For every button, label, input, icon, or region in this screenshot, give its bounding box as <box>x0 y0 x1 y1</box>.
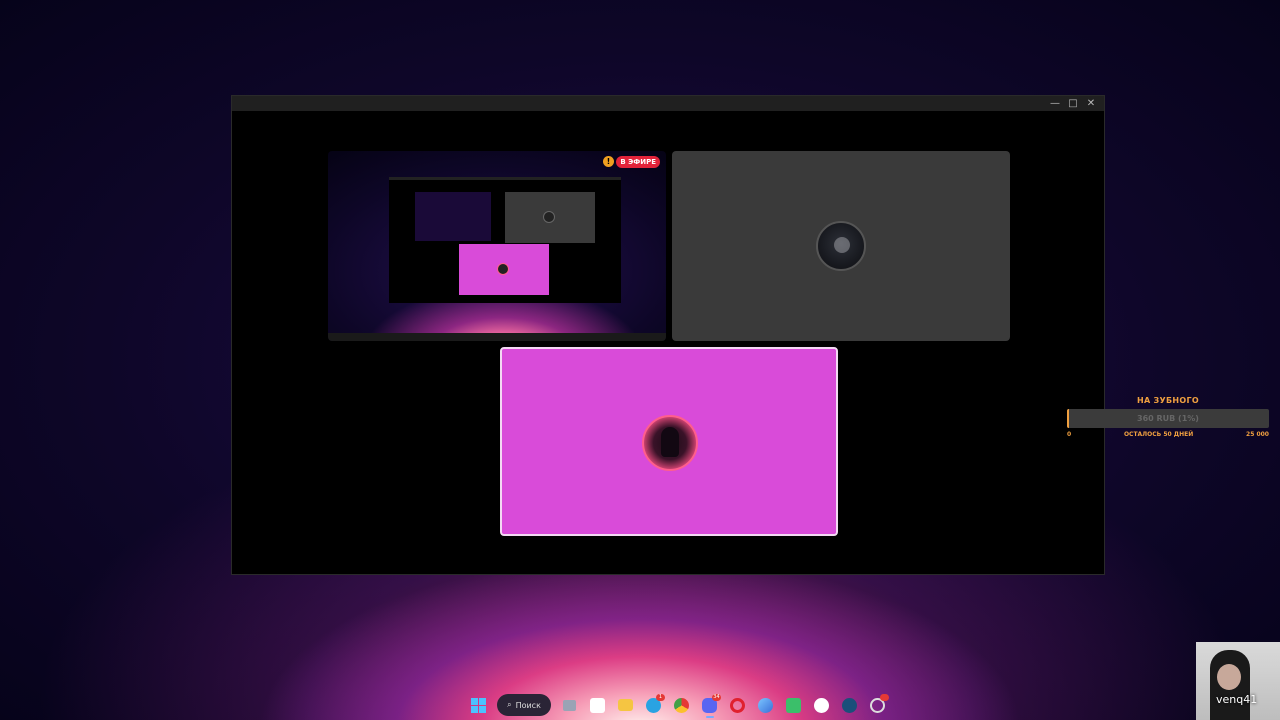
window-controls: — □ ✕ <box>1046 96 1100 111</box>
goal-amount: 360 RUB (1%) <box>1137 414 1199 423</box>
preview-taskbar <box>328 333 666 341</box>
webcam-overlay: venq41 <box>1196 642 1280 720</box>
goal-title: НА ЗУБНОГО <box>1136 396 1199 405</box>
task-view-icon[interactable] <box>557 692 583 718</box>
goal-labels: 0 ОСТАЛОСЬ 50 ДНЕЙ 25 000 <box>1067 431 1269 438</box>
discord-icon[interactable]: 34 <box>697 692 723 718</box>
minimize-button[interactable]: — <box>1046 96 1064 111</box>
warning-icon[interactable]: ! <box>603 156 614 167</box>
opera-icon[interactable] <box>725 692 751 718</box>
user-avatar <box>816 221 866 271</box>
taskbar: ⌕ Поиск 1 34 <box>0 690 1196 720</box>
video-call-window: — □ ✕ ! В ЭФИРЕ <box>231 95 1105 575</box>
search-label: Поиск <box>515 700 541 710</box>
user-avatar <box>642 415 698 471</box>
close-button[interactable]: ✕ <box>1082 96 1100 111</box>
preview-speaker-tile <box>459 244 549 295</box>
participant-camera-tile[interactable] <box>672 151 1010 341</box>
window-titlebar[interactable]: — □ ✕ <box>232 96 1104 111</box>
goal-max: 25 000 <box>1246 431 1269 438</box>
store-icon[interactable] <box>585 692 611 718</box>
goal-remaining: ОСТАЛОСЬ 50 ДНЕЙ <box>1123 431 1194 438</box>
goal-progress-bar: 360 RUB (1%) <box>1067 409 1269 428</box>
streamer-name: venq41 <box>1216 693 1258 706</box>
donation-goal-widget: НА ЗУБНОГО 360 RUB (1%) 0 ОСТАЛОСЬ 50 ДН… <box>1067 396 1269 438</box>
preview-avatar <box>497 263 509 275</box>
screen-share-tile[interactable]: ! В ЭФИРЕ <box>328 151 666 341</box>
telegram-icon[interactable]: 1 <box>641 692 667 718</box>
start-icon[interactable] <box>465 692 491 718</box>
search-icon: ⌕ <box>507 700 512 709</box>
file-explorer-icon[interactable] <box>613 692 639 718</box>
webcam-face <box>1217 664 1241 690</box>
preview-share-tile <box>415 192 491 241</box>
active-speaker-tile[interactable] <box>500 347 838 536</box>
obs-icon[interactable] <box>865 692 891 718</box>
chrome-icon[interactable] <box>669 692 695 718</box>
preview-camera-tile <box>505 192 595 243</box>
maximize-button[interactable]: □ <box>1064 96 1082 111</box>
goal-min: 0 <box>1067 431 1072 438</box>
shared-screen-preview <box>389 177 621 303</box>
browser-icon[interactable] <box>753 692 779 718</box>
live-badge: В ЭФИРЕ <box>616 156 660 168</box>
yandex-icon[interactable] <box>809 692 835 718</box>
preview-avatar <box>543 211 555 223</box>
game-icon[interactable] <box>781 692 807 718</box>
steam-icon[interactable] <box>837 692 863 718</box>
taskbar-search[interactable]: ⌕ Поиск <box>497 694 551 716</box>
